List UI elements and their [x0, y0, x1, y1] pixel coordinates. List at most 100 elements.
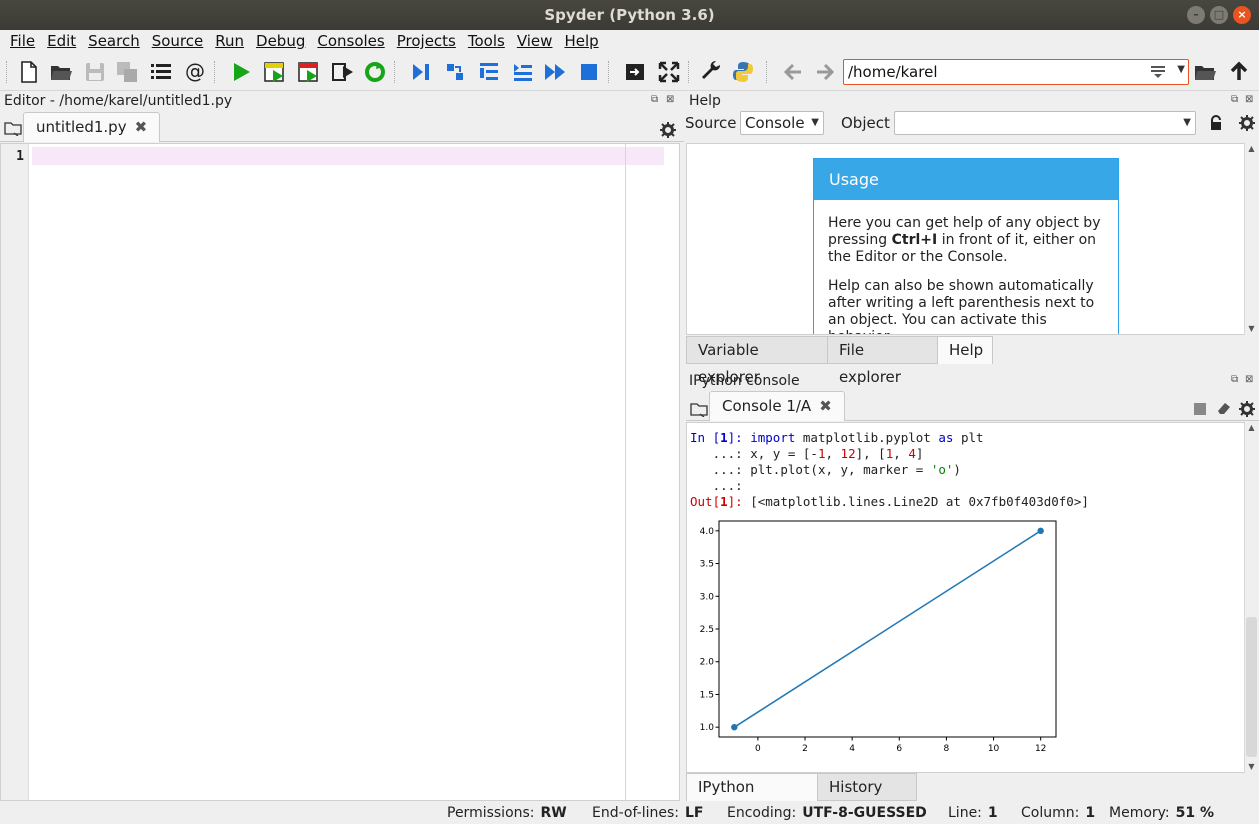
y-tick-label: 2.5	[700, 625, 714, 635]
close-pane-icon[interactable]: ⊠	[666, 94, 674, 105]
usage-shortcut: Ctrl+I	[891, 232, 938, 248]
keyword: as	[938, 430, 954, 445]
close-pane-icon[interactable]: ⊠	[1245, 374, 1253, 385]
forward-arrow-icon[interactable]	[812, 59, 838, 85]
menu-consoles[interactable]: Consoles	[311, 30, 390, 52]
menu-view[interactable]: View	[511, 30, 559, 52]
eraser-icon[interactable]	[1216, 401, 1232, 419]
menu-tools[interactable]: Tools	[462, 30, 511, 52]
scrollbar-thumb[interactable]	[1246, 617, 1257, 757]
run-icon[interactable]	[228, 59, 254, 85]
data-point-marker	[731, 723, 738, 731]
menu-source[interactable]: Source	[146, 30, 210, 52]
help-source-row: Source Console ▼ Object ▼	[685, 110, 1259, 138]
browse-tabs-icon[interactable]	[4, 120, 22, 140]
code-text: ]	[915, 446, 924, 461]
menu-file-label: File	[10, 32, 36, 50]
gear-icon[interactable]	[660, 122, 676, 142]
editor-pane-title: Editor - /home/karel/untitled1.py	[4, 93, 233, 109]
wrench-icon[interactable]	[698, 59, 724, 85]
help-viewer[interactable]: Usage Here you can get help of any objec…	[686, 143, 1245, 335]
undock-icon[interactable]: ⧉	[651, 94, 658, 105]
save-all-icon[interactable]	[114, 59, 140, 85]
browse-folder-icon[interactable]	[1192, 59, 1218, 85]
status-memory: Memory: 51 %	[1109, 802, 1214, 824]
code-editor[interactable]: 1	[0, 143, 680, 801]
working-directory-input[interactable]	[844, 60, 1134, 84]
outline-list-icon[interactable]	[148, 59, 174, 85]
run-cell-icon[interactable]	[262, 59, 288, 85]
menu-debug[interactable]: Debug	[250, 30, 311, 52]
save-file-icon[interactable]	[82, 59, 108, 85]
scroll-up-icon[interactable]: ▲	[1245, 143, 1258, 155]
gear-icon[interactable]	[1239, 401, 1255, 421]
continue-icon[interactable]	[542, 59, 568, 85]
toolbar-separator	[394, 61, 396, 83]
step-into-icon[interactable]	[476, 59, 502, 85]
close-button[interactable]: ×	[1233, 6, 1251, 24]
help-scrollbar[interactable]: ▲ ▼	[1244, 143, 1258, 335]
maximize-button[interactable]: □	[1210, 6, 1228, 24]
parent-dir-icon[interactable]	[1226, 59, 1252, 85]
tab-help[interactable]: Help	[937, 336, 993, 364]
fullscreen-icon[interactable]	[656, 59, 682, 85]
tab-untitled1[interactable]: untitled1.py ✖	[23, 112, 161, 142]
working-directory-combo[interactable]: ▼	[843, 59, 1189, 85]
menu-run[interactable]: Run	[209, 30, 250, 52]
undock-icon[interactable]: ⧉	[1231, 94, 1238, 105]
menu-search[interactable]: Search	[82, 30, 146, 52]
menu-edit[interactable]: Edit	[41, 30, 82, 52]
output-text: [<matplotlib.lines.Line2D at 0x7fb0f403d…	[750, 494, 1089, 509]
python-path-icon[interactable]	[730, 59, 756, 85]
history-icon[interactable]	[1150, 64, 1166, 84]
stop-debug-icon[interactable]	[576, 59, 602, 85]
console-scrollbar[interactable]: ▲ ▼	[1244, 422, 1258, 773]
menu-file[interactable]: File	[4, 30, 41, 52]
status-label: Encoding:	[727, 805, 797, 821]
console-output[interactable]: In [1]: import matplotlib.pyplot as plt …	[686, 422, 1245, 773]
tab-console-1a[interactable]: Console 1/A ✖	[709, 391, 845, 421]
scroll-down-icon[interactable]: ▼	[1245, 761, 1258, 773]
browse-tabs-icon[interactable]	[690, 401, 708, 421]
tab-variable-explorer[interactable]: Variable explorer	[686, 336, 828, 386]
y-tick-label: 1.5	[700, 690, 714, 700]
step-return-icon[interactable]	[510, 59, 536, 85]
tab-file-explorer[interactable]: File explorer	[827, 336, 938, 386]
status-permissions: Permissions: RW	[447, 802, 567, 824]
menu-projects[interactable]: Projects	[391, 30, 462, 52]
maximize-pane-icon[interactable]	[622, 59, 648, 85]
tab-history-log[interactable]: History log	[817, 773, 917, 823]
in-prompt: In [	[690, 430, 721, 445]
code-text: ,	[825, 446, 841, 461]
run-cell-advance-icon[interactable]	[296, 59, 322, 85]
x-tick-label: 2	[802, 744, 808, 754]
undock-icon[interactable]: ⧉	[1231, 374, 1238, 385]
stop-kernel-icon[interactable]	[1194, 403, 1206, 415]
status-value: RW	[540, 805, 567, 821]
rerun-icon[interactable]	[362, 59, 388, 85]
lock-icon[interactable]	[1209, 115, 1223, 135]
run-selection-icon[interactable]	[330, 59, 356, 85]
gear-icon[interactable]	[1239, 115, 1255, 135]
object-combo[interactable]: ▼	[894, 111, 1196, 135]
close-tab-icon[interactable]: ✖	[135, 118, 148, 136]
at-sign-icon[interactable]: @	[182, 59, 208, 85]
x-tick-label: 0	[755, 744, 761, 754]
tab-ipython-console[interactable]: IPython console	[686, 773, 818, 823]
scroll-up-icon[interactable]: ▲	[1245, 422, 1258, 434]
close-tab-icon[interactable]: ✖	[819, 397, 832, 415]
debug-icon[interactable]	[408, 59, 434, 85]
chevron-down-icon[interactable]: ▼	[1177, 64, 1185, 75]
new-file-icon[interactable]	[16, 59, 42, 85]
open-file-icon[interactable]	[48, 59, 74, 85]
minimize-button[interactable]: –	[1187, 6, 1205, 24]
back-arrow-icon[interactable]	[780, 59, 806, 85]
scroll-down-icon[interactable]: ▼	[1245, 323, 1258, 335]
step-icon[interactable]	[442, 59, 468, 85]
status-label: Column:	[1021, 805, 1080, 821]
close-pane-icon[interactable]: ⊠	[1245, 94, 1253, 105]
toolbar-separator	[608, 61, 610, 83]
console-line: ...: x, y = [-1, 12], [1, 4]	[687, 446, 1244, 462]
menu-help[interactable]: Help	[558, 30, 604, 52]
source-select[interactable]: Console ▼	[740, 111, 824, 135]
